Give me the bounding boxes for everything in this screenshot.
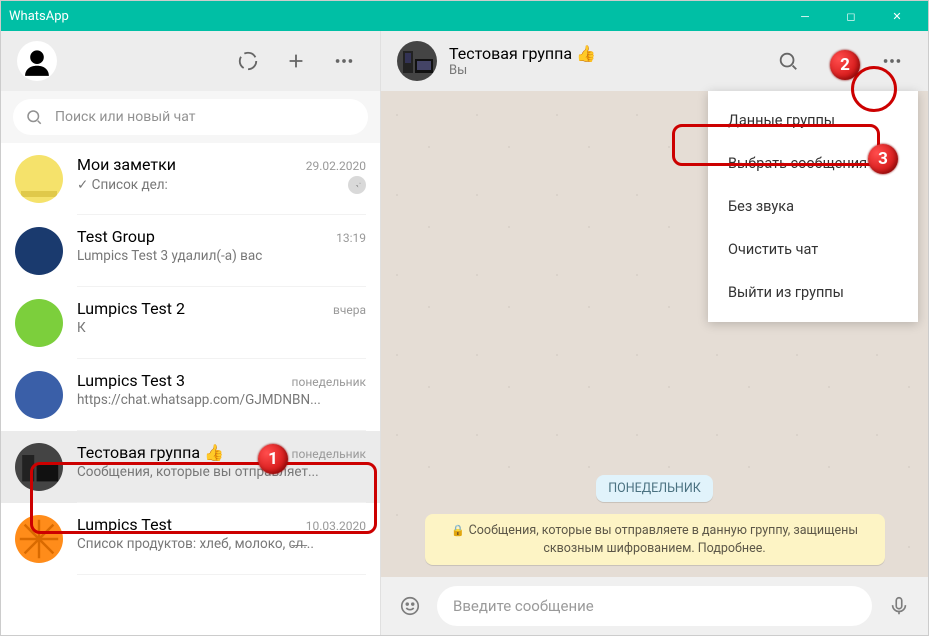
lock-icon: 🔒 bbox=[451, 523, 465, 538]
chat-preview: Список продуктов: хлеб, молоко, с̶л̶... bbox=[77, 536, 366, 552]
chat-name: Мои заметки bbox=[77, 155, 300, 174]
chat-preview: Сообщения, которые вы отправляет... bbox=[77, 464, 366, 480]
chat-preview: ✓ Список дел: bbox=[77, 177, 342, 193]
minimize-button[interactable]: ─ bbox=[782, 1, 828, 31]
menu-item[interactable]: Данные группы bbox=[708, 99, 918, 142]
chat-time: 13:19 bbox=[336, 231, 366, 245]
group-info[interactable]: Тестовая группа 👍 Вы bbox=[449, 44, 756, 78]
chat-preview: https://chat.whatsapp.com/GJMDNBN... bbox=[77, 392, 366, 408]
chat-avatar bbox=[15, 155, 63, 203]
menu-icon[interactable] bbox=[324, 41, 364, 81]
message-input-wrap[interactable] bbox=[437, 586, 872, 626]
chat-name: Тестовая группа 👍 bbox=[77, 443, 286, 462]
chat-preview: Lumpics Test 3 удалил(-а) вас bbox=[77, 248, 366, 264]
chat-item[interactable]: Мои заметки 29.02.2020 ✓ Список дел: bbox=[1, 143, 380, 215]
composer bbox=[381, 577, 928, 635]
maximize-button[interactable]: ◻ bbox=[828, 1, 874, 31]
whatsapp-window: WhatsApp ─ ◻ ✕ bbox=[0, 0, 929, 636]
chat-item[interactable]: Test Group 13:19 Lumpics Test 3 удалил(-а)… bbox=[1, 215, 380, 287]
chat-avatar bbox=[15, 515, 63, 563]
chat-list[interactable]: Мои заметки 29.02.2020 ✓ Список дел: Test G… bbox=[1, 143, 380, 635]
new-chat-icon[interactable] bbox=[276, 41, 316, 81]
chat-name: Lumpics Test bbox=[77, 515, 300, 534]
chat-time: понедельник bbox=[292, 447, 366, 461]
emoji-icon[interactable] bbox=[393, 589, 427, 623]
chat-time: 10.03.2020 bbox=[306, 519, 366, 533]
chat-time: понедельник bbox=[292, 375, 366, 389]
chat-preview: К bbox=[77, 320, 366, 336]
chat-panel: Тестовая группа 👍 Вы ПОНЕДЕЛЬНИК 🔒Сообще… bbox=[381, 31, 928, 635]
callout-2: 2 bbox=[830, 50, 860, 80]
date-chip: ПОНЕДЕЛЬНИК bbox=[596, 475, 713, 502]
group-avatar[interactable] bbox=[397, 41, 437, 81]
search-container bbox=[1, 91, 380, 143]
callout-3: 3 bbox=[868, 144, 898, 174]
search-icon bbox=[25, 108, 43, 126]
encryption-notice[interactable]: 🔒Сообщения, которые вы отправляете в дан… bbox=[425, 514, 885, 565]
chat-avatar bbox=[15, 371, 63, 419]
chat-search-icon[interactable] bbox=[768, 41, 808, 81]
self-avatar[interactable] bbox=[17, 41, 57, 81]
message-input[interactable] bbox=[453, 597, 856, 615]
sidebar: Мои заметки 29.02.2020 ✓ Список дел: Test G… bbox=[1, 31, 381, 635]
search-input[interactable] bbox=[55, 109, 356, 125]
context-menu: Данные группыВыбрать сообщенияБез звукаО… bbox=[708, 91, 918, 322]
group-name: Тестовая группа 👍 bbox=[449, 44, 756, 63]
chat-time: 29.02.2020 bbox=[306, 159, 366, 173]
mic-icon[interactable] bbox=[882, 589, 916, 623]
callout-1: 1 bbox=[258, 444, 288, 474]
app-title: WhatsApp bbox=[9, 9, 782, 24]
chat-avatar bbox=[15, 299, 63, 347]
group-subtitle: Вы bbox=[449, 63, 756, 78]
chat-item[interactable]: Lumpics Test 2 вчера К bbox=[1, 287, 380, 359]
chat-time: вчера bbox=[333, 303, 366, 317]
status-icon[interactable] bbox=[228, 41, 268, 81]
menu-item[interactable]: Выйти из группы bbox=[708, 271, 918, 314]
chat-menu-icon[interactable] bbox=[872, 41, 912, 81]
chat-name: Lumpics Test 3 bbox=[77, 371, 286, 390]
chat-item[interactable]: Тестовая группа 👍 понедельник Сообщения, к… bbox=[1, 431, 380, 503]
sidebar-header bbox=[1, 31, 380, 91]
chat-name: Lumpics Test 2 bbox=[77, 299, 327, 318]
search-box[interactable] bbox=[13, 99, 368, 135]
chat-avatar bbox=[15, 227, 63, 275]
titlebar: WhatsApp ─ ◻ ✕ bbox=[1, 1, 928, 31]
chat-item[interactable]: Lumpics Test 3 понедельник https://chat.wh… bbox=[1, 359, 380, 431]
close-button[interactable]: ✕ bbox=[874, 1, 920, 31]
chat-name: Test Group bbox=[77, 227, 330, 246]
chat-avatar bbox=[15, 443, 63, 491]
menu-item[interactable]: Без звука bbox=[708, 185, 918, 228]
pin-icon bbox=[348, 176, 366, 194]
chat-item[interactable]: Lumpics Test 10.03.2020 Список продуктов: … bbox=[1, 503, 380, 575]
menu-item[interactable]: Очистить чат bbox=[708, 228, 918, 271]
